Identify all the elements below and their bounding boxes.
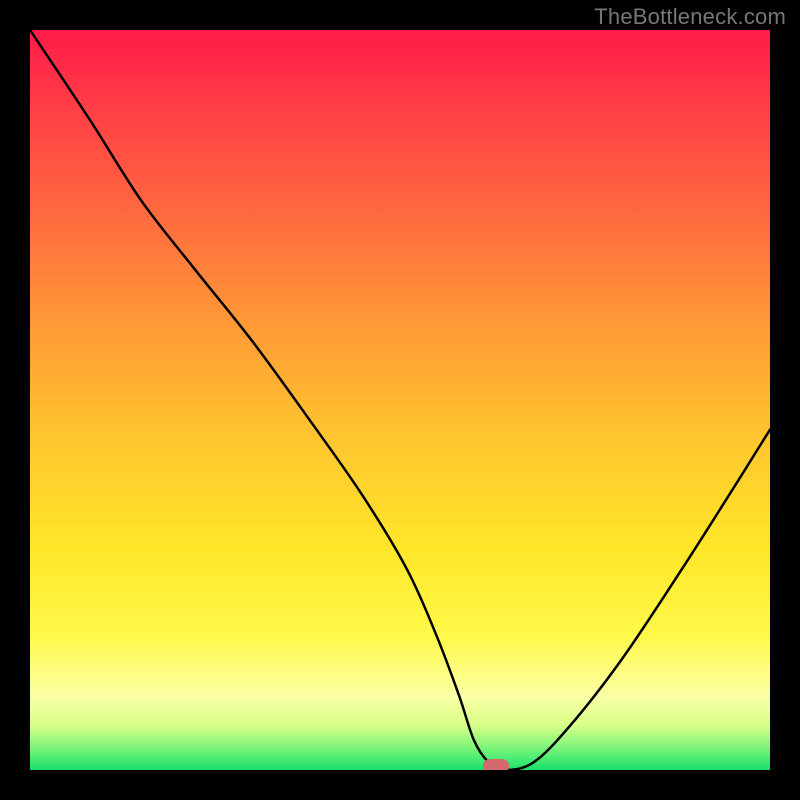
watermark-text: TheBottleneck.com — [594, 4, 786, 30]
plot-area — [30, 30, 770, 770]
chart-container: TheBottleneck.com — [0, 0, 800, 800]
optimal-marker — [483, 759, 509, 770]
bottleneck-curve — [30, 30, 770, 770]
